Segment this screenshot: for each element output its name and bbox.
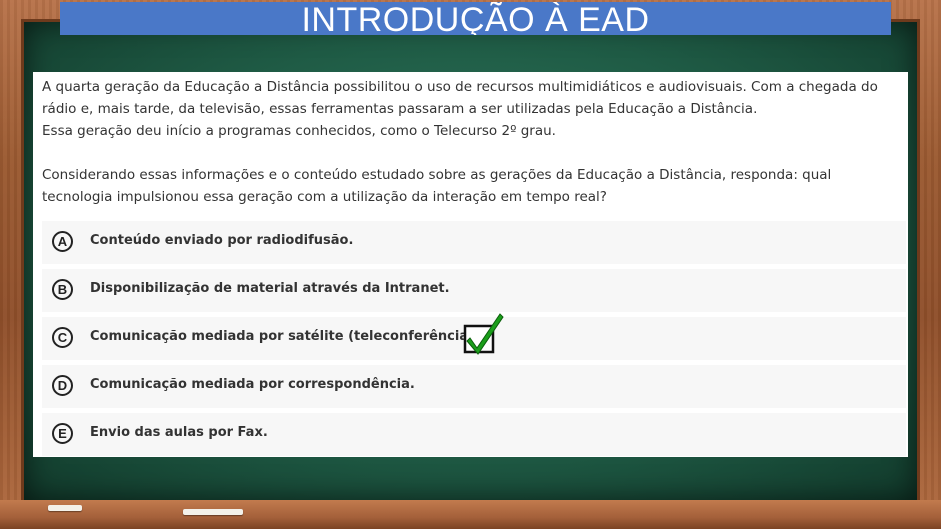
question-paragraph: A quarta geração da Educação a Distância… [42, 79, 878, 117]
option-letter-badge: E [52, 423, 73, 444]
option-text: Conteúdo enviado por radiodifusão. [90, 233, 354, 248]
checkmark-icon [463, 313, 504, 355]
option-text: Disponibilização de material através da … [90, 281, 450, 296]
option-text: Comunicação mediada por satélite (teleco… [90, 329, 479, 344]
option-letter-badge: D [52, 375, 73, 396]
answer-option-e[interactable]: E Envio das aulas por Fax. [42, 413, 906, 456]
page-title: INTRODUÇÃO À EAD [60, 2, 891, 35]
answer-option-b[interactable]: B Disponibilização de material através d… [42, 269, 906, 312]
option-text: Envio das aulas por Fax. [90, 425, 268, 440]
option-letter-badge: A [52, 231, 73, 252]
question-prompt: Considerando essas informações e o conte… [42, 167, 832, 205]
chalk-piece [48, 505, 82, 511]
answer-option-d[interactable]: D Comunicação mediada por correspondênci… [42, 365, 906, 408]
chalk-piece [183, 509, 243, 515]
question-paragraph: Essa geração deu início a programas conh… [42, 123, 556, 139]
answer-option-a[interactable]: A Conteúdo enviado por radiodifusão. [42, 221, 906, 264]
question-text: A quarta geração da Educação a Distância… [42, 76, 898, 208]
chalk-tray [0, 500, 941, 529]
question-panel: A quarta geração da Educação a Distância… [33, 72, 908, 457]
option-text: Comunicação mediada por correspondência. [90, 377, 415, 392]
option-letter-badge: B [52, 279, 73, 300]
answer-option-c[interactable]: C Comunicação mediada por satélite (tele… [42, 313, 906, 360]
option-letter-badge: C [52, 327, 73, 348]
